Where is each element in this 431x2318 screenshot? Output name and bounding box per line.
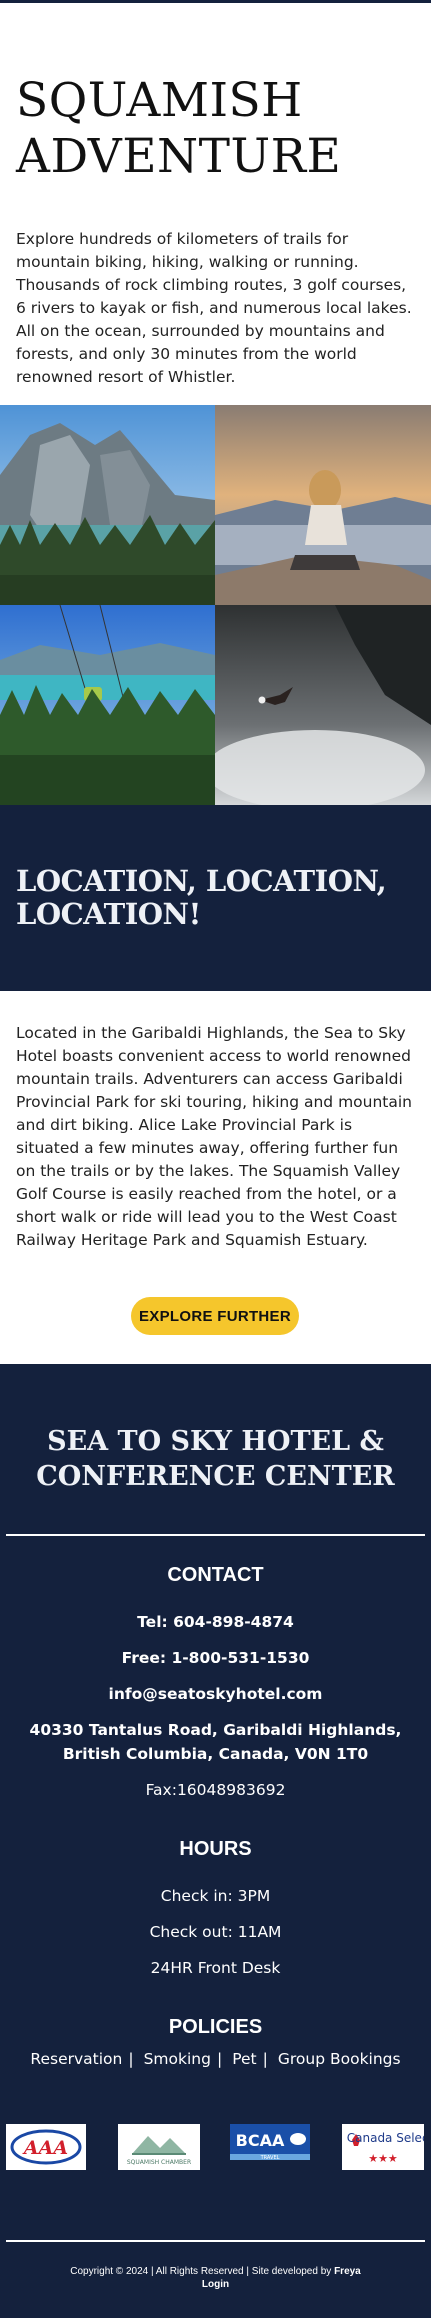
policy-link-pet[interactable]: Pet — [232, 2050, 256, 2068]
bcaa-logo[interactable]: BCAA TRAVEL — [230, 2124, 310, 2170]
partner-logos: AAA SQUAMISH CHAMBER BCAA TRAVEL Canada … — [0, 2124, 431, 2170]
photo-woman-viewpoint — [215, 405, 431, 605]
hero-section: SQUAMISH ADVENTURE — [0, 3, 431, 184]
explore-further-button[interactable]: EXPLORE FURTHER — [131, 1297, 299, 1335]
contact-heading: CONTACT — [167, 1564, 264, 1586]
fax-text: Fax:16048983692 — [145, 1781, 286, 1799]
divider — [6, 2240, 425, 2242]
svg-text:TRAVEL: TRAVEL — [260, 2155, 280, 2161]
photo-grid — [0, 405, 431, 805]
footer: SEA TO SKY HOTEL & CONFERENCE CENTER CON… — [0, 1364, 431, 2318]
copyright: Copyright © 2024 | All Rights Reserved |… — [70, 2266, 361, 2290]
developer-link[interactable]: Freya — [334, 2266, 361, 2277]
email-link[interactable]: info@seatoskyhotel.com — [20, 1682, 411, 1706]
svg-text:SQUAMISH CHAMBER: SQUAMISH CHAMBER — [127, 2159, 191, 2166]
address-link[interactable]: 40330 Tantalus Road, Garibaldi Highlands… — [20, 1718, 411, 1766]
front-desk-text: 24HR Front Desk — [150, 1959, 281, 1977]
location-paragraph: Located in the Garibaldi Highlands, the … — [16, 1024, 413, 1249]
policy-separator: | — [128, 2050, 134, 2068]
canada-select-logo[interactable]: Canada Select ★★★ — [342, 2124, 431, 2170]
page-title: SQUAMISH ADVENTURE — [16, 73, 342, 184]
toll-free-link[interactable]: Free: 1-800-531-1530 — [20, 1646, 411, 1670]
aaa-logo[interactable]: AAA — [6, 2124, 86, 2170]
policy-links: Reservation | Smoking | Pet | Group Book… — [0, 2050, 431, 2068]
photo-chief-mountain — [0, 405, 215, 605]
svg-text:★★★: ★★★ — [368, 2152, 398, 2165]
checkout-text: Check out: 11AM — [149, 1923, 282, 1941]
svg-text:AAA: AAA — [22, 2137, 68, 2159]
policies-heading: POLICIES — [168, 2016, 263, 2038]
location-banner: LOCATION, LOCATION, LOCATION! — [0, 805, 431, 991]
login-link[interactable]: Login — [202, 2279, 229, 2290]
policy-link-smoking[interactable]: Smoking — [144, 2050, 211, 2068]
svg-text:Canada Select: Canada Select — [347, 2131, 424, 2145]
policy-link-reservation[interactable]: Reservation — [30, 2050, 122, 2068]
hotel-name: SEA TO SKY HOTEL & CONFERENCE CENTER — [36, 1426, 395, 1492]
policy-separator: | — [262, 2050, 268, 2068]
location-heading: LOCATION, LOCATION, LOCATION! — [16, 864, 387, 931]
policy-link-group-bookings[interactable]: Group Bookings — [278, 2050, 401, 2068]
photo-eagle-mist — [215, 605, 431, 805]
policy-separator: | — [216, 2050, 223, 2068]
squamish-chamber-logo[interactable]: SQUAMISH CHAMBER — [118, 2124, 200, 2170]
svg-text:BCAA: BCAA — [236, 2131, 285, 2150]
checkin-text: Check in: 3PM — [160, 1887, 271, 1905]
hours-heading: HOURS — [179, 1838, 252, 1860]
phone-link[interactable]: Tel: 604-898-4874 — [20, 1610, 411, 1634]
photo-gondola — [0, 605, 215, 805]
intro-paragraph: Explore hundreds of kilometers of trails… — [16, 230, 412, 386]
divider — [6, 1534, 425, 1536]
